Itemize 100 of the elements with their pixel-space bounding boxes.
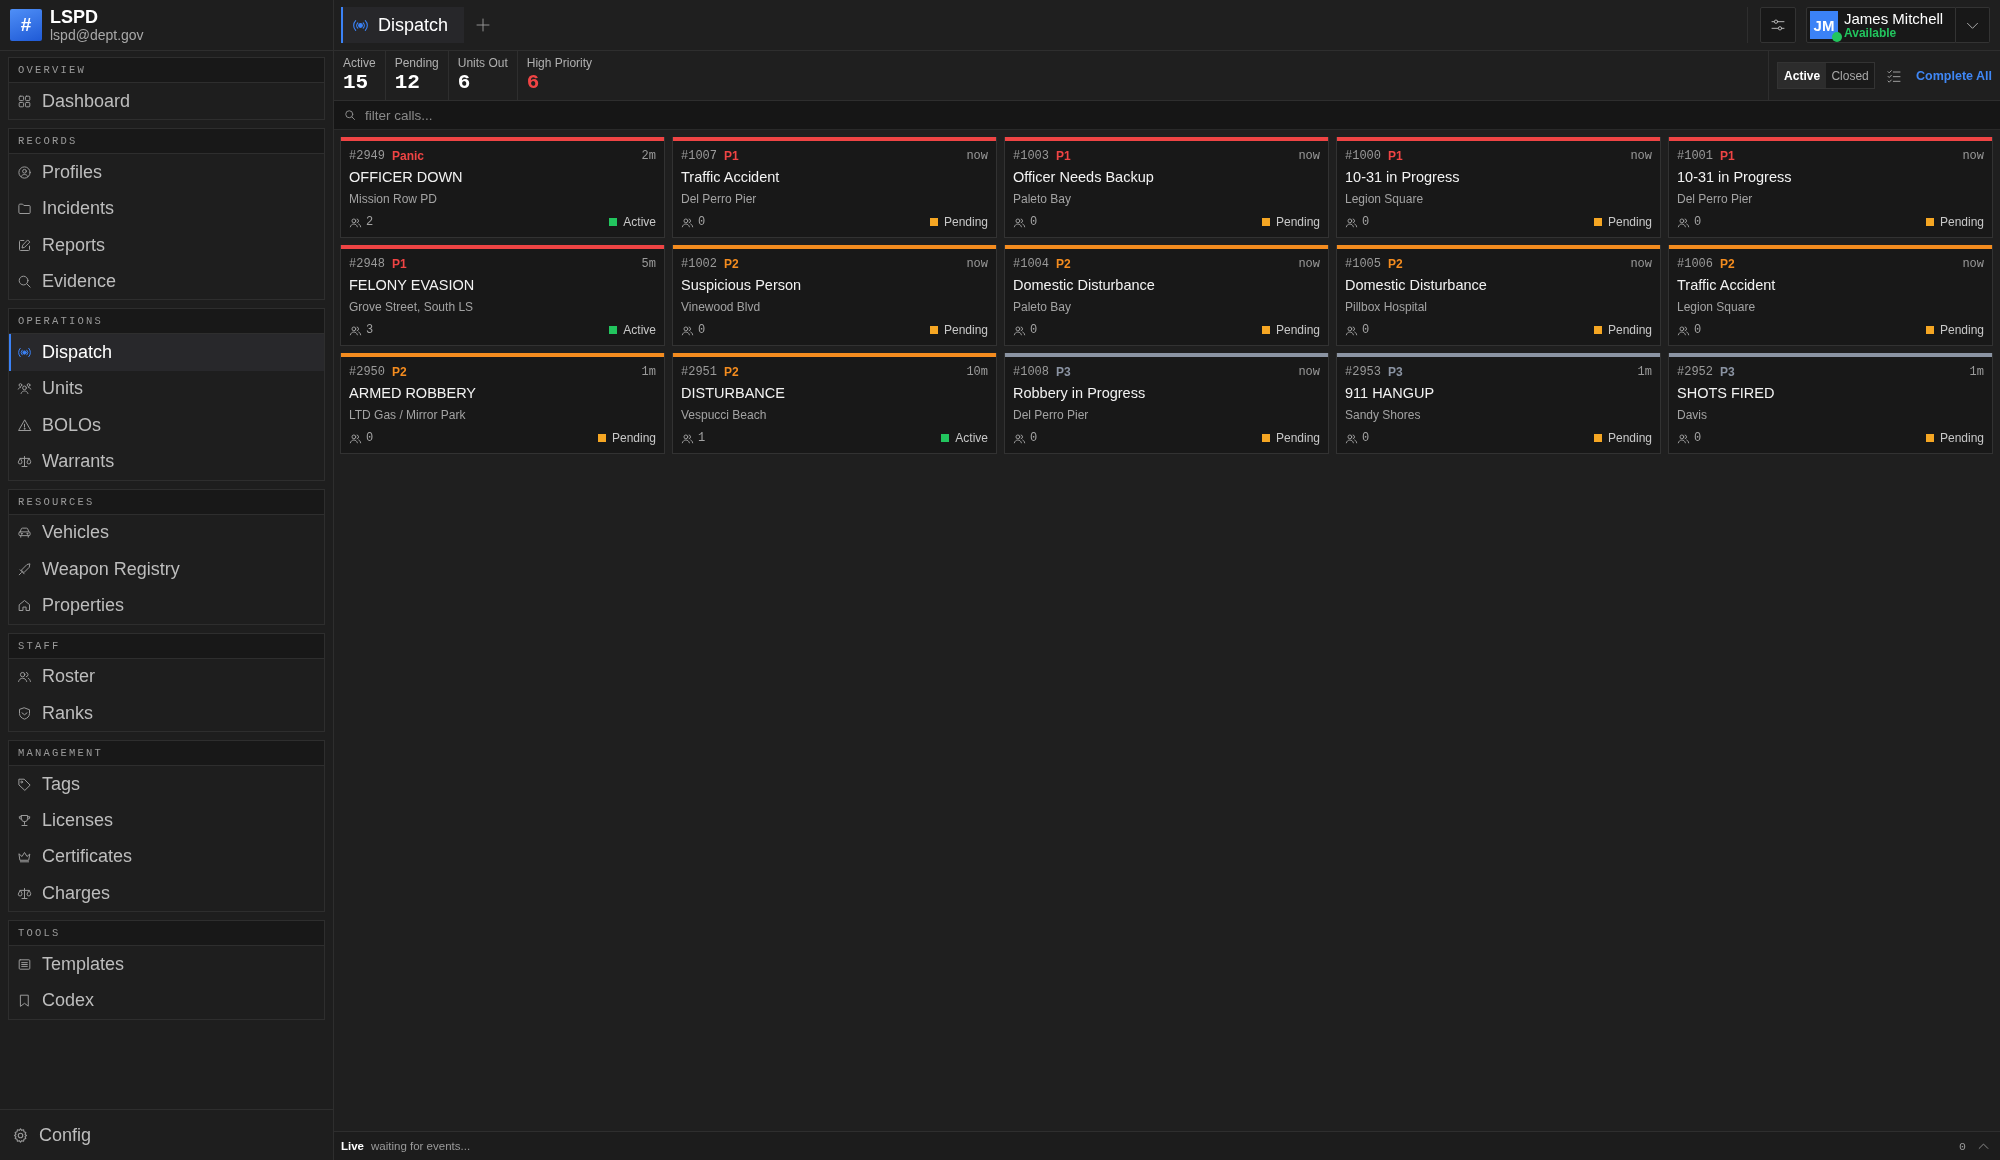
call-card[interactable]: #2949 Panic 2m OFFICER DOWN Mission Row PD 2 Active <box>340 137 665 238</box>
event-count: 0 <box>1959 1139 1966 1153</box>
nav-item[interactable]: Reports <box>9 226 324 264</box>
trophy-icon <box>17 813 32 829</box>
live-label: Live <box>341 1140 364 1152</box>
call-location: LTD Gas / Mirror Park <box>349 407 467 424</box>
settings-button[interactable] <box>1760 7 1796 43</box>
nav-item[interactable]: Dashboard <box>9 83 324 120</box>
call-time: now <box>1298 256 1320 271</box>
users-icon <box>1013 431 1026 445</box>
status-label: Pending <box>1607 215 1652 229</box>
nav-item[interactable]: BOLOs <box>9 407 324 444</box>
user-circle-icon <box>17 164 32 180</box>
filter-tab[interactable]: Closed <box>1826 63 1875 88</box>
call-time: 1m <box>1637 364 1652 379</box>
status-label: Pending <box>611 431 656 445</box>
nav-item[interactable]: Licenses <box>9 802 324 839</box>
call-title: FELONY EVASION <box>349 276 476 295</box>
complete-all-link[interactable]: Complete All <box>1916 68 1992 83</box>
call-number: #1005 <box>1345 256 1381 271</box>
users-icon <box>349 323 362 337</box>
nav-item[interactable]: Dispatch <box>9 334 324 371</box>
nav-item[interactable]: Vehicles <box>9 514 324 551</box>
nav-item[interactable]: Profiles <box>9 154 324 191</box>
nav-item[interactable]: Evidence <box>9 263 324 300</box>
call-card[interactable]: #1006 P2 now Traffic Accident Legion Square 0 Pending <box>1668 245 1993 346</box>
stat-label: Pending <box>394 56 439 71</box>
nav-item[interactable]: Templates <box>9 946 324 983</box>
stat-value: 15 <box>343 71 369 95</box>
status-message: waiting for events... <box>371 1140 471 1152</box>
status-label: Pending <box>943 215 988 229</box>
nav-item[interactable]: Charges <box>9 875 324 912</box>
nav-item[interactable]: Properties <box>9 587 324 624</box>
call-location: Legion Square <box>1677 299 1757 316</box>
nav-item[interactable]: Tags <box>9 766 324 803</box>
search-field[interactable]: filter calls... <box>334 101 2000 130</box>
nav-item[interactable]: Units <box>9 370 324 408</box>
unit-count: 0 <box>698 215 706 229</box>
call-number: #1007 <box>681 148 717 163</box>
call-card[interactable]: #2948 P1 5m FELONY EVASION Grove Street, South LS 3 Active <box>340 245 665 346</box>
priority-label: P2 <box>392 364 407 379</box>
call-card[interactable]: #2952 P3 1m SHOTS FIRED Davis 0 Pending <box>1668 353 1993 454</box>
nav-item[interactable]: Weapon Registry <box>9 550 324 588</box>
section-header: RESOURCES <box>9 489 324 515</box>
edit-icon <box>17 237 32 253</box>
nav-item[interactable]: Warrants <box>9 443 324 480</box>
call-card[interactable]: #1002 P2 now Suspicious Person Vinewood Blvd 0 Pending <box>672 245 997 346</box>
users-icon <box>17 669 32 685</box>
nav-item[interactable]: Incidents <box>9 190 324 227</box>
section-header: RECORDS <box>9 129 324 155</box>
call-card[interactable]: #2950 P2 1m ARMED ROBBERY LTD Gas / Mirror Park 0 Pending <box>340 353 665 454</box>
call-card[interactable]: #2953 P3 1m 911 HANGUP Sandy Shores 0 Pending <box>1336 353 1661 454</box>
unit-count: 0 <box>1362 431 1370 445</box>
unit-count: 0 <box>366 431 374 445</box>
unit-count: 0 <box>1694 323 1702 337</box>
car-icon <box>17 525 32 541</box>
call-card[interactable]: #1005 P2 now Domestic Disturbance Pillbox Hospital 0 Pending <box>1336 245 1661 346</box>
call-card[interactable]: #1001 P1 now 10-31 in Progress Del Perro Pier 0 Pending <box>1668 137 1993 238</box>
call-card[interactable]: #1008 P3 now Robbery in Progress Del Perro Pier 0 Pending <box>1004 353 1329 454</box>
grid-icon <box>17 93 32 109</box>
status-label: Pending <box>1607 323 1652 337</box>
call-title: DISTURBANCE <box>681 384 786 403</box>
call-number: #1000 <box>1345 148 1381 163</box>
status-label: Pending <box>1275 431 1320 445</box>
nav-item[interactable]: Codex <box>9 982 324 1019</box>
brand-email: lspd@dept.gov <box>50 26 144 44</box>
users-icon <box>17 381 32 397</box>
stat-label: Active <box>343 56 376 71</box>
user-status: Available <box>1844 27 1897 40</box>
nav-item[interactable]: Ranks <box>9 694 324 732</box>
call-title: Robbery in Progress <box>1013 384 1147 403</box>
call-card[interactable]: #1007 P1 now Traffic Accident Del Perro Pier 0 Pending <box>672 137 997 238</box>
priority-label: P2 <box>1720 256 1735 271</box>
users-icon <box>1345 323 1358 337</box>
users-icon <box>1677 323 1690 337</box>
call-location: Sandy Shores <box>1345 407 1422 424</box>
filter-tab[interactable]: Active <box>1778 63 1827 88</box>
section-header: OVERVIEW <box>9 58 324 83</box>
avatar: JM <box>1810 11 1838 39</box>
users-icon <box>349 431 362 445</box>
call-card[interactable]: #1000 P1 now 10-31 in Progress Legion Square 0 Pending <box>1336 137 1661 238</box>
search-icon <box>17 273 32 289</box>
call-location: Davis <box>1677 407 1708 424</box>
unit-count: 0 <box>1694 431 1702 445</box>
warning-icon <box>17 417 32 433</box>
checklist-icon[interactable] <box>1886 67 1903 84</box>
call-card[interactable]: #2951 P2 10m DISTURBANCE Vespucci Beach 1 Active <box>672 353 997 454</box>
call-location: Mission Row PD <box>349 191 439 208</box>
nav-item[interactable]: Roster <box>9 658 324 695</box>
nav-item[interactable]: Certificates <box>9 838 324 876</box>
call-card[interactable]: #1003 P1 now Officer Needs Backup Paleto Bay 0 Pending <box>1004 137 1329 238</box>
call-card[interactable]: #1004 P2 now Domestic Disturbance Paleto Bay 0 Pending <box>1004 245 1329 346</box>
status-label: Pending <box>1607 431 1652 445</box>
dropdown-button[interactable] <box>1956 7 1990 43</box>
scale-icon <box>17 454 32 469</box>
call-location: Vespucci Beach <box>681 407 768 424</box>
config-item[interactable]: Config <box>6 1115 100 1155</box>
unit-count: 0 <box>1694 215 1702 229</box>
status-label: Active <box>623 215 656 229</box>
tab[interactable]: Dispatch <box>341 7 465 43</box>
